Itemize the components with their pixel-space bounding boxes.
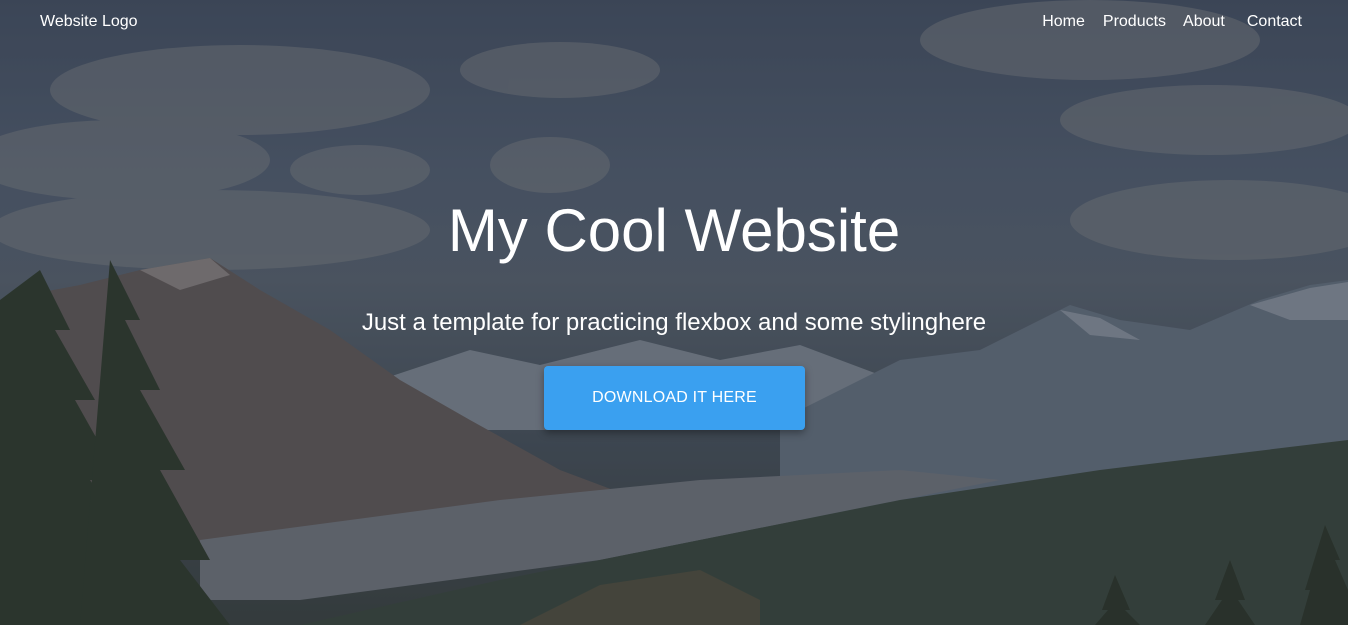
hero-subtitle: Just a template for practicing flexbox a… — [361, 309, 987, 336]
download-button[interactable]: DOWNLOAD IT HERE — [544, 366, 805, 430]
hero-section: Website Logo Home Products About Contact… — [0, 0, 1348, 625]
hero-content: My Cool Website Just a template for prac… — [0, 0, 1348, 625]
hero-title: My Cool Website — [447, 197, 901, 264]
